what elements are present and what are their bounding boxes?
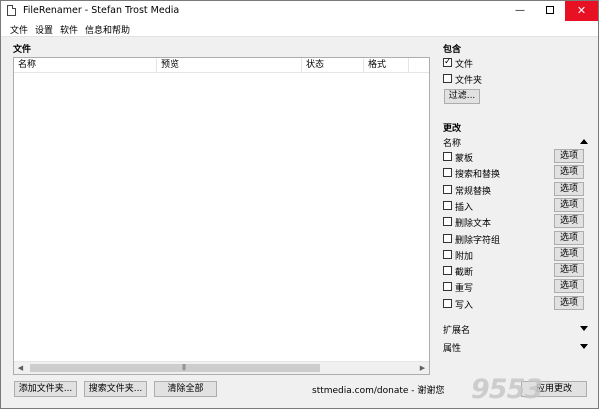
scrollbar-thumb[interactable]: |||	[30, 364, 320, 372]
scroll-left-icon[interactable]: ◀	[14, 362, 27, 374]
maximize-icon	[546, 6, 554, 14]
change-option-checkbox[interactable]	[443, 234, 452, 243]
expand-arrow-icon[interactable]	[580, 344, 588, 349]
horizontal-scrollbar[interactable]: ◀ ||| ▶	[14, 361, 429, 374]
include-section-label: 包含	[443, 45, 462, 55]
search-folder-button[interactable]: 搜索文件夹...	[84, 381, 147, 397]
column-header-preview[interactable]: 预览	[157, 58, 302, 73]
close-button[interactable]: ✕	[565, 1, 598, 21]
filter-button[interactable]: 过滤...	[444, 89, 480, 104]
watermark-logo: 9553	[471, 374, 543, 405]
change-option-checkbox[interactable]	[443, 168, 452, 177]
include-files-checkbox[interactable]: ✓	[443, 57, 452, 67]
collapse-arrow-icon[interactable]	[580, 139, 588, 144]
menu-bar: 文件 设置 软件 信息和帮助	[1, 21, 598, 37]
add-folder-button[interactable]: 添加文件夹...	[14, 381, 77, 397]
include-folders-checkbox[interactable]	[443, 74, 452, 83]
change-option-checkbox[interactable]	[443, 266, 452, 275]
change-option-checkbox[interactable]	[443, 250, 452, 259]
clear-all-button[interactable]: 清除全部	[154, 381, 217, 397]
scroll-right-icon[interactable]: ▶	[416, 362, 429, 374]
column-header-name[interactable]: 名称	[14, 58, 157, 73]
change-option-settings-button[interactable]: 选项	[554, 198, 584, 212]
maximize-button[interactable]	[535, 1, 565, 21]
change-option-label: 常规替换	[455, 187, 492, 197]
change-option-checkbox[interactable]	[443, 299, 452, 308]
column-header-status[interactable]: 状态	[302, 58, 364, 73]
file-list[interactable]: 名称 预览 状态 格式 ◀ ||| ▶	[13, 57, 430, 375]
change-option-label: 搜索和替换	[455, 170, 501, 180]
menu-settings[interactable]: 设置	[35, 23, 53, 36]
change-option-label: 删除文本	[455, 219, 492, 229]
change-option-label: 截断	[455, 268, 474, 278]
include-files-label: 文件	[455, 60, 474, 70]
change-option-checkbox[interactable]	[443, 217, 452, 226]
include-folders-label: 文件夹	[455, 76, 483, 86]
change-option-settings-button[interactable]: 选项	[554, 149, 584, 163]
change-option-checkbox[interactable]	[443, 201, 452, 210]
menu-file[interactable]: 文件	[10, 23, 28, 36]
file-list-header: 名称 预览 状态 格式	[14, 58, 429, 73]
scrollbar-grip-icon: |||	[182, 364, 186, 371]
menu-software[interactable]: 软件	[60, 23, 78, 36]
change-option-settings-button[interactable]: 选项	[554, 247, 584, 261]
change-option-settings-button[interactable]: 选项	[554, 182, 584, 196]
change-option-label: 插入	[455, 203, 474, 213]
change-option-label: 附加	[455, 252, 474, 262]
title-bar: FileRenamer - Stefan Trost Media — ✕	[1, 1, 598, 21]
change-option-settings-button[interactable]: 选项	[554, 231, 584, 245]
change-option-label: 删除字符组	[455, 236, 501, 246]
app-document-icon	[7, 5, 16, 16]
change-option-settings-button[interactable]: 选项	[554, 263, 584, 277]
change-option-checkbox[interactable]	[443, 282, 452, 291]
change-option-label: 蒙板	[455, 154, 474, 164]
changes-section-label: 更改	[443, 124, 462, 134]
change-option-label: 重写	[455, 284, 474, 294]
column-header-format[interactable]: 格式	[364, 58, 409, 73]
expand-arrow-icon[interactable]	[580, 326, 588, 331]
menu-info-help[interactable]: 信息和帮助	[85, 23, 130, 36]
change-option-settings-button[interactable]: 选项	[554, 214, 584, 228]
check-icon: ✓	[444, 57, 452, 67]
attributes-group-label[interactable]: 属性	[443, 341, 461, 354]
change-option-checkbox[interactable]	[443, 185, 452, 194]
window-title: FileRenamer - Stefan Trost Media	[23, 5, 180, 16]
minimize-button[interactable]: —	[505, 1, 535, 21]
change-option-settings-button[interactable]: 选项	[554, 296, 584, 310]
extension-group-label[interactable]: 扩展名	[443, 323, 470, 336]
change-option-checkbox[interactable]	[443, 152, 452, 161]
files-section-label: 文件	[13, 45, 32, 55]
change-option-label: 写入	[455, 301, 474, 311]
donate-link[interactable]: sttmedia.com/donate - 谢谢您	[312, 383, 444, 396]
change-option-settings-button[interactable]: 选项	[554, 279, 584, 293]
app-window: FileRenamer - Stefan Trost Media — ✕ 文件 …	[0, 0, 599, 409]
change-option-settings-button[interactable]: 选项	[554, 165, 584, 179]
name-group-label[interactable]: 名称	[443, 136, 461, 149]
